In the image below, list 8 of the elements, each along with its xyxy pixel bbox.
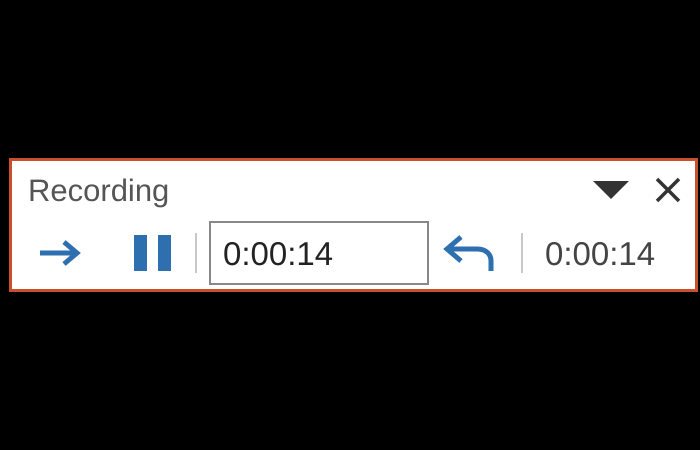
dropdown-icon[interactable] xyxy=(593,181,629,199)
pause-icon[interactable] xyxy=(134,235,172,271)
window-title: Recording xyxy=(28,174,170,206)
arrow-right-icon[interactable] xyxy=(38,239,82,267)
time-field[interactable]: 0:00:14 xyxy=(209,221,429,285)
elapsed-time: 0:00:14 xyxy=(545,236,656,270)
close-icon[interactable] xyxy=(655,177,681,203)
undo-icon[interactable] xyxy=(443,233,495,273)
